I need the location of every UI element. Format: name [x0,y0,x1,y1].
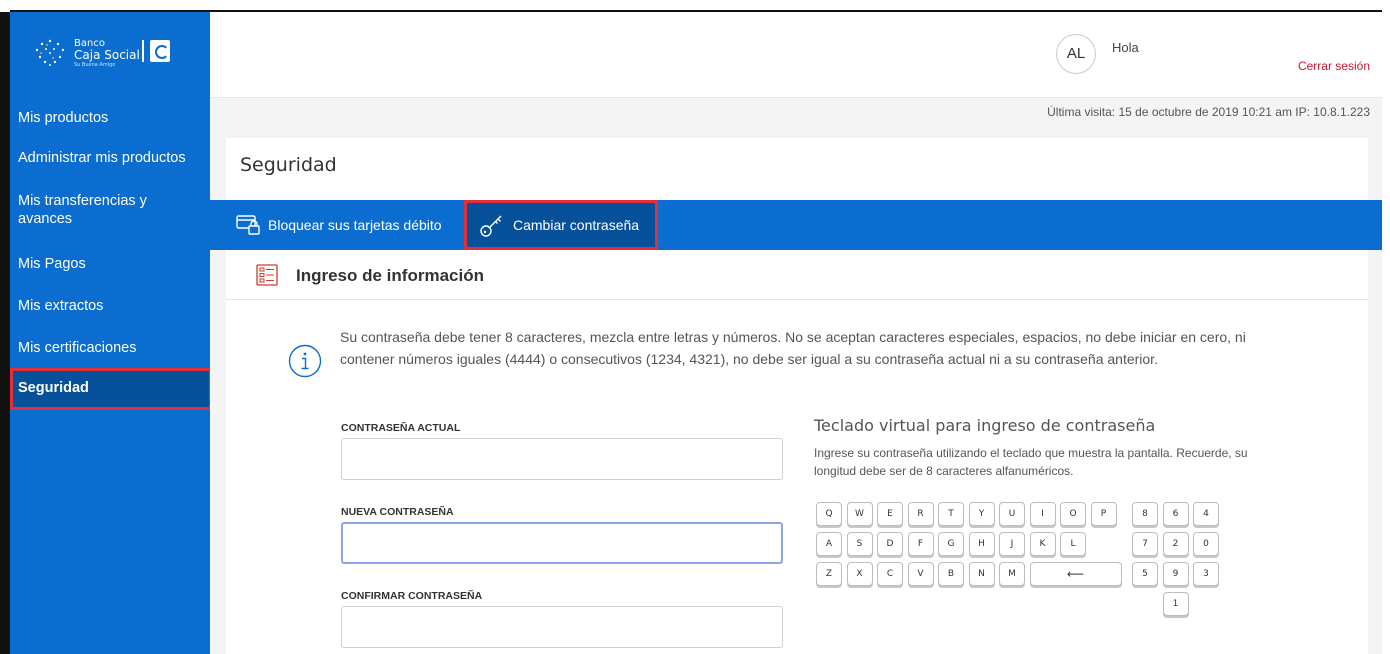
key-j[interactable]: J [999,532,1025,556]
numpad-key-2[interactable]: 2 [1162,532,1189,556]
frame-border-left [0,12,10,654]
key-b[interactable]: B [938,562,964,586]
key-k[interactable]: K [1029,532,1056,556]
tab-bloquear-tarjetas[interactable]: Bloquear sus tarjetas débito [236,200,442,250]
new-password-label: NUEVA CONTRASEÑA [341,506,454,518]
key-x[interactable]: X [846,562,873,586]
stars-logo-icon [35,39,65,66]
key-f[interactable]: F [907,532,934,556]
numpad-key-0[interactable]: 0 [1193,532,1219,556]
sidebar-item-seguridad[interactable]: Seguridad [10,368,212,410]
key-s[interactable]: S [846,532,873,556]
form-list-icon [256,264,278,286]
password-rules-text: Su contraseña debe tener 8 caracteres, m… [340,329,1246,367]
virtual-keyboard-description: Ingrese su contraseña utilizando el tecl… [814,446,1248,478]
logout-link[interactable]: Cerrar sesión [1298,59,1370,73]
numpad-key-3[interactable]: 3 [1193,562,1219,586]
brand-name: Banco Caja Social Su Buena Amigo [74,38,140,69]
sidebar-item-certificaciones[interactable]: Mis certificaciones [10,340,144,356]
sidebar-item-mis-productos[interactable]: Mis productos [10,110,116,126]
security-panel: Seguridad Bloquear sus tarjetas débito C… [210,138,1382,654]
tab-label-bloquear: Bloquear sus tarjetas débito [268,217,442,233]
backspace-key[interactable]: ⟵ [1029,562,1122,586]
key-l[interactable]: L [1060,532,1086,556]
key-z[interactable]: Z [816,562,842,586]
key-p[interactable]: P [1090,502,1117,526]
new-password-field[interactable] [341,522,783,564]
sidebar-item-administrar-productos[interactable]: Administrar mis productos [10,150,194,166]
bank-seal-icon [150,40,170,62]
current-password-label: CONTRASEÑA ACTUAL [341,422,461,434]
section-header: Ingreso de información [226,250,1368,300]
key-t[interactable]: T [938,502,964,526]
tab-label-cambiar: Cambiar contraseña [513,217,640,233]
key-h[interactable]: H [968,532,995,556]
main-content: Última visita: 15 de octubre de 2019 10:… [210,98,1382,654]
brand-tagline: Su Buena Amigo [74,62,116,68]
bank-logo[interactable]: Banco Caja Social Su Buena Amigo [32,34,172,76]
greeting: Hola [1112,40,1139,55]
sidebar-item-extractos[interactable]: Mis extractos [10,298,111,314]
numpad-key-9[interactable]: 9 [1162,562,1189,586]
key-w[interactable]: W [846,502,873,526]
last-visit-info: Última visita: 15 de octubre de 2019 10:… [1047,105,1370,119]
section-title: Ingreso de información [296,266,484,285]
numpad-key-4[interactable]: 4 [1193,502,1219,526]
key-i[interactable]: I [1029,502,1056,526]
key-n[interactable]: N [968,562,995,586]
key-e[interactable]: E [877,502,903,526]
numpad-key-1[interactable]: 1 [1162,592,1189,616]
key-icon [480,215,502,237]
key-d[interactable]: D [877,532,903,556]
key-g[interactable]: G [938,532,964,556]
page-title: Seguridad [240,154,337,176]
sidebar: Banco Caja Social Su Buena Amigo Mis pro… [10,12,212,654]
key-o[interactable]: O [1060,502,1086,526]
current-password-field[interactable] [341,438,783,480]
virtual-keyboard-title: Teclado virtual para ingreso de contrase… [814,416,1156,435]
numpad-key-8[interactable]: 8 [1132,502,1158,526]
confirm-password-label: CONFIRMAR CONTRASEÑA [341,590,483,602]
key-c[interactable]: C [877,562,903,586]
key-q[interactable]: Q [816,502,842,526]
sidebar-item-pagos[interactable]: Mis Pagos [10,256,94,272]
avatar[interactable]: AL [1056,34,1096,74]
card-lock-icon [236,215,260,235]
key-m[interactable]: M [999,562,1025,586]
key-r[interactable]: R [907,502,934,526]
key-y[interactable]: Y [968,502,995,526]
confirm-password-field[interactable] [341,606,783,648]
key-v[interactable]: V [907,562,934,586]
numpad-key-6[interactable]: 6 [1162,502,1189,526]
brand-line2: Caja Social [74,48,140,62]
top-header: AL Hola Cerrar sesión [210,12,1382,98]
key-u[interactable]: U [999,502,1025,526]
tab-cambiar-contrasena[interactable]: Cambiar contraseña [464,200,658,250]
sidebar-item-transferencias[interactable]: Mis transferencias y avances [10,192,200,228]
logo-divider [142,40,144,62]
tab-bar: Bloquear sus tarjetas débito Cambiar con… [210,200,1382,250]
key-a[interactable]: A [816,532,842,556]
numpad-key-7[interactable]: 7 [1132,532,1158,556]
numpad-key-5[interactable]: 5 [1132,562,1158,586]
info-icon [288,344,322,378]
